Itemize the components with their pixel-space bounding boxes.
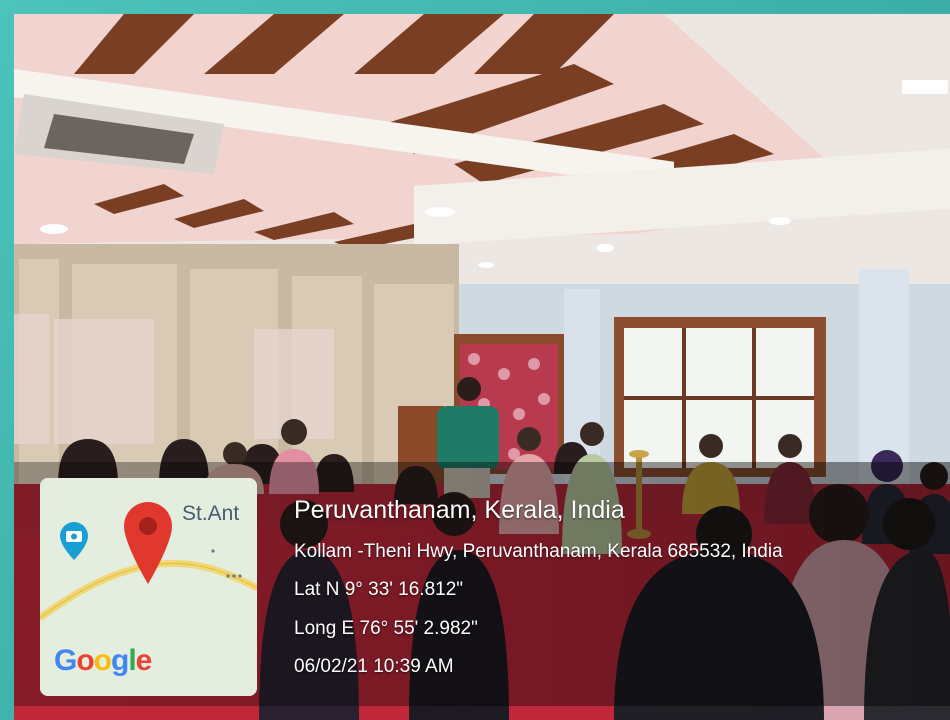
map-thumbnail[interactable]: St.Ant Google bbox=[40, 478, 257, 696]
location-title: Peruvanthanam, Kerala, India bbox=[294, 496, 625, 524]
timestamp-text: 06/02/21 10:39 AM bbox=[294, 656, 454, 677]
latitude-text: Lat N 9° 33' 16.812" bbox=[294, 579, 464, 600]
google-logo: Google bbox=[54, 644, 152, 677]
map-place-label: St.Ant bbox=[182, 502, 240, 525]
location-address: Kollam -Theni Hwy, Peruvanthanam, Kerala… bbox=[294, 541, 783, 562]
longitude-text: Long E 76° 55' 2.982" bbox=[294, 618, 478, 639]
